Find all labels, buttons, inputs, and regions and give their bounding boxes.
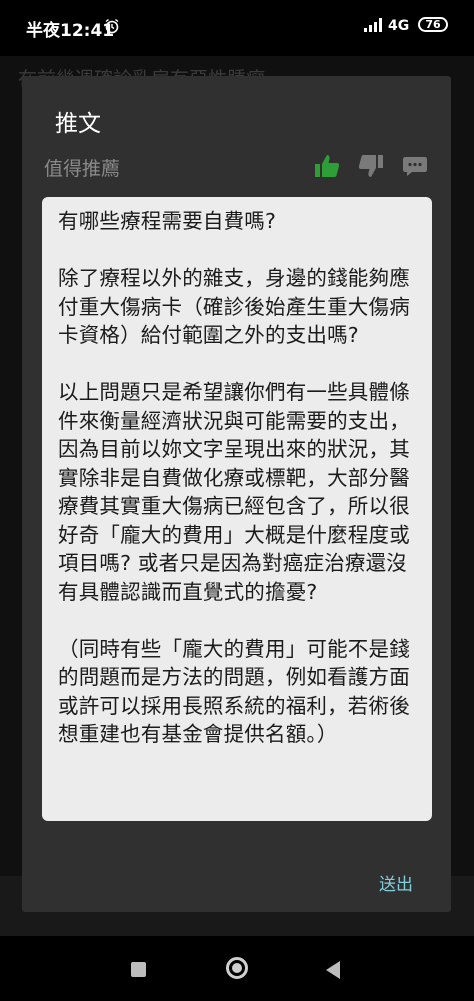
- recents-button[interactable]: [131, 962, 146, 977]
- comment-dialog: 推文 值得推薦 有哪些療程需要自費嗎? 除了療程以外的雜支，身邊的錢能夠應付重大…: [22, 76, 451, 912]
- alarm-icon: [105, 18, 119, 34]
- thumbs-down-icon[interactable]: [357, 152, 385, 180]
- dialog-title: 推文: [55, 111, 101, 137]
- comment-text-area[interactable]: 有哪些療程需要自費嗎? 除了療程以外的雜支，身邊的錢能夠應付重大傷病卡（確診後始…: [42, 197, 432, 821]
- network-type: 4G: [388, 18, 410, 34]
- back-button[interactable]: [326, 961, 340, 979]
- comment-paragraph: 除了療程以外的雜支，身邊的錢能夠應付重大傷病卡（確診後始產生重大傷病卡資格）給付…: [58, 266, 410, 347]
- thumbs-up-icon[interactable]: [313, 152, 341, 180]
- home-button[interactable]: [226, 957, 248, 979]
- comment-paragraph: 有哪些療程需要自費嗎?: [58, 209, 277, 233]
- status-time: 半夜12:41: [26, 21, 115, 41]
- comment-paragraph: （同時有些「龐大的費用」可能不是錢的問題而是方法的問題，例如看護方面或許可以採用…: [58, 636, 410, 747]
- comment-icon[interactable]: [401, 152, 429, 180]
- status-bar: 半夜12:41 4G 76: [0, 0, 474, 56]
- navigation-bar: [0, 936, 474, 1001]
- comment-paragraph: 以上問題只是希望讓你們有一些具體條件來衡量經濟狀況與可能需要的支出，因為目前以妳…: [58, 380, 410, 604]
- rating-options: [313, 152, 429, 180]
- rating-label: 值得推薦: [44, 158, 121, 180]
- battery-indicator: 76: [418, 17, 448, 32]
- signal-icon: [364, 18, 382, 32]
- send-button[interactable]: 送出: [379, 870, 413, 895]
